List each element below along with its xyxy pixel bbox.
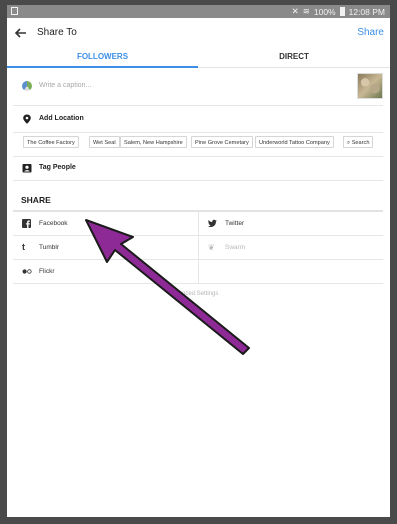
tag-people-label: Tag People [39,164,76,171]
battery-level: 100% [313,6,336,17]
flickr-icon [22,269,32,274]
status-bar: ✕ ≋ 100% 12:08 PM [7,5,390,18]
location-search-label: Search [351,140,370,146]
tab-direct[interactable]: DIRECT [198,52,390,61]
audience-tabs: FOLLOWERS DIRECT [7,48,390,68]
advanced-settings-link[interactable]: anced Settings [7,291,390,297]
profile-avatar [22,81,32,91]
share-option-label: Tumblr [39,244,59,251]
share-option-empty [198,260,383,284]
photo-thumbnail[interactable] [357,73,383,99]
page-title: Share To [37,27,77,38]
share-options: Facebook Twitter t Tumblr ❦ Swarm Flickr [13,212,383,284]
share-option-flickr[interactable]: Flickr [13,260,198,284]
mute-icon: ✕ [291,6,299,16]
caption-row: Write a caption... [13,67,383,106]
add-location-row[interactable]: Add Location [13,106,383,133]
location-chip[interactable]: Pine Grove Cemetary [191,136,253,148]
swarm-icon: ❦ [208,243,215,252]
location-pin-icon [23,114,31,124]
tab-followers[interactable]: FOLLOWERS [7,52,198,61]
back-arrow-icon[interactable] [13,25,29,41]
notification-icon [11,7,18,15]
app-screen: ✕ ≋ 100% 12:08 PM Share To Share FOLLOWE… [7,5,390,517]
tag-person-icon [22,164,32,173]
share-button[interactable]: Share [357,27,384,38]
share-option-tumblr[interactable]: t Tumblr [13,236,198,260]
share-option-label: Flickr [39,268,55,275]
tumblr-icon: t [22,242,25,252]
location-chip[interactable]: The Coffee Factory [23,136,79,148]
caption-input[interactable]: Write a caption... [39,82,91,89]
add-location-label: Add Location [39,115,84,122]
facebook-icon [22,219,31,228]
location-suggestions: The Coffee Factory Wet Seal Salem, New H… [13,132,383,157]
battery-icon [339,7,345,16]
share-section-heading: SHARE [21,195,51,205]
wifi-icon: ≋ [302,6,310,16]
share-option-label: Twitter [225,220,245,227]
share-option-swarm[interactable]: ❦ Swarm [198,236,383,260]
share-option-label: Facebook [39,220,68,227]
tag-people-row[interactable]: Tag People [13,156,383,181]
location-chip[interactable]: Underworld Tattoo Company [255,136,334,148]
twitter-icon [208,219,217,228]
search-icon: ⌕ [347,140,351,146]
clock: 12:08 PM [348,6,385,17]
top-bar: Share To Share [7,18,390,48]
location-chip[interactable]: Salem, New Hampshire [120,136,187,148]
status-icons: ✕ ≋ 100% 12:08 PM [292,6,385,17]
share-option-twitter[interactable]: Twitter [198,212,383,236]
share-option-facebook[interactable]: Facebook [13,212,198,236]
location-search-chip[interactable]: ⌕ Search [343,136,374,148]
share-option-label: Swarm [225,244,246,251]
location-chip[interactable]: Wet Seal [89,136,120,148]
